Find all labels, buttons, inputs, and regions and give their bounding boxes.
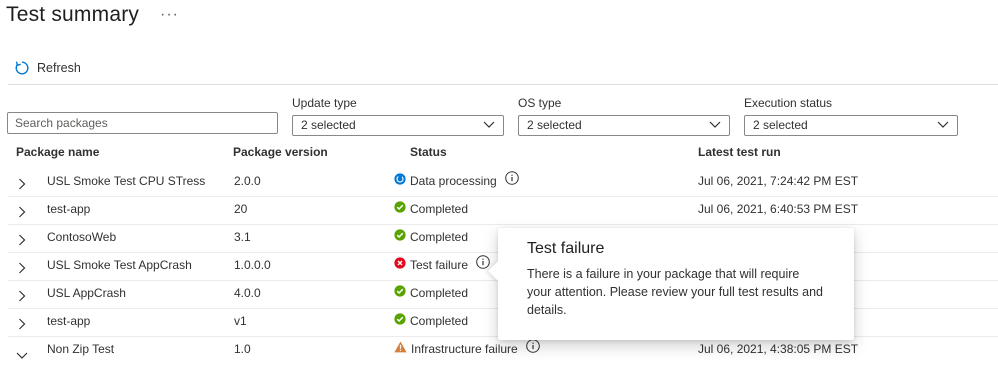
status-label: Completed xyxy=(410,286,469,300)
chevron-right-icon[interactable] xyxy=(18,205,26,223)
update-type-label: Update type xyxy=(292,96,357,110)
column-header-latest-test-run[interactable]: Latest test run xyxy=(698,145,781,159)
package-name: USL Smoke Test CPU STress xyxy=(47,174,206,188)
search-input[interactable] xyxy=(7,112,278,134)
execution-status-value: 2 selected xyxy=(753,118,808,132)
package-version: 4.0.0 xyxy=(234,286,261,300)
info-icon[interactable] xyxy=(476,252,490,279)
error-circle-icon xyxy=(394,252,406,279)
column-header-package-name[interactable]: Package name xyxy=(16,145,99,159)
page-title: Test summary xyxy=(6,3,140,26)
package-version: 1.0.0.0 xyxy=(234,258,271,272)
table-row[interactable]: Non Zip Test 1.0 Infrastructure failure Jul… xyxy=(8,336,998,364)
status-label: Infrastructure failure xyxy=(411,342,518,356)
status-cell: Completed xyxy=(394,196,468,223)
callout-body: There is a failure in your package that … xyxy=(527,267,823,317)
package-version: 20 xyxy=(234,202,248,216)
check-circle-icon xyxy=(394,280,406,307)
execution-status-label: Execution status xyxy=(744,96,833,110)
test-failure-callout: Test failure There is a failure in your … xyxy=(488,228,854,340)
package-name: USL Smoke Test AppCrash xyxy=(47,258,192,272)
os-type-label: OS type xyxy=(518,96,562,110)
status-cell: Completed xyxy=(394,280,468,307)
update-type-value: 2 selected xyxy=(301,118,356,132)
callout-title: Test failure xyxy=(527,240,605,257)
status-label: Completed xyxy=(410,314,469,328)
latest-test-run: Jul 06, 2021, 7:24:42 PM EST xyxy=(698,174,859,188)
status-cell: Infrastructure failure xyxy=(394,336,540,363)
package-version: 1.0 xyxy=(234,342,251,356)
chevron-right-icon[interactable] xyxy=(18,317,26,335)
os-type-dropdown[interactable]: 2 selected xyxy=(518,115,730,136)
status-label: Test failure xyxy=(410,258,469,272)
refresh-button[interactable]: Refresh xyxy=(14,60,81,76)
package-name: USL AppCrash xyxy=(47,286,126,300)
refresh-label: Refresh xyxy=(37,61,81,75)
table-row[interactable]: USL Smoke Test CPU STress 2.0.0 Data proce… xyxy=(8,168,998,197)
package-name: test-app xyxy=(47,202,91,216)
package-version: 3.1 xyxy=(234,230,251,244)
os-type-value: 2 selected xyxy=(527,118,582,132)
info-icon[interactable] xyxy=(525,336,540,363)
package-name: test-app xyxy=(47,314,91,328)
status-cell: Data processing xyxy=(394,168,519,195)
chevron-down-icon xyxy=(937,121,949,128)
chevron-right-icon[interactable] xyxy=(18,261,26,279)
execution-status-dropdown[interactable]: 2 selected xyxy=(744,115,958,136)
chevron-down-icon xyxy=(483,121,495,128)
info-icon[interactable] xyxy=(504,168,519,195)
chevron-right-icon[interactable] xyxy=(18,289,26,307)
latest-test-run: Jul 06, 2021, 6:40:53 PM EST xyxy=(698,202,859,216)
refresh-icon xyxy=(14,60,30,76)
table-row[interactable]: test-app 20 Completed Jul 06, 2021, 6:40:53… xyxy=(8,196,998,225)
check-circle-icon xyxy=(394,224,406,251)
package-version: 2.0.0 xyxy=(234,174,261,188)
chevron-right-icon[interactable] xyxy=(18,177,26,195)
package-name: ContosoWeb xyxy=(47,230,117,244)
status-cell: Completed xyxy=(394,308,468,335)
toolbar-divider xyxy=(8,84,998,85)
check-circle-icon xyxy=(394,196,406,223)
status-label: Completed xyxy=(410,230,469,244)
warning-icon xyxy=(394,336,407,363)
chevron-right-icon[interactable] xyxy=(18,233,26,251)
column-header-package-version[interactable]: Package version xyxy=(233,145,328,159)
status-label: Completed xyxy=(410,202,469,216)
package-version: v1 xyxy=(234,314,247,328)
update-type-dropdown[interactable]: 2 selected xyxy=(292,115,504,136)
status-cell: Completed xyxy=(394,224,468,251)
status-cell: Test failure xyxy=(394,252,490,279)
latest-test-run: Jul 06, 2021, 4:38:05 PM EST xyxy=(698,342,859,356)
more-options-button[interactable]: ··· xyxy=(160,6,179,24)
chevron-down-icon xyxy=(709,121,721,128)
check-circle-icon xyxy=(394,308,406,335)
data-processing-icon xyxy=(394,168,406,195)
column-header-status[interactable]: Status xyxy=(410,145,447,159)
status-label: Data processing xyxy=(410,174,497,188)
package-name: Non Zip Test xyxy=(47,342,115,356)
chevron-down-icon[interactable] xyxy=(16,347,28,365)
